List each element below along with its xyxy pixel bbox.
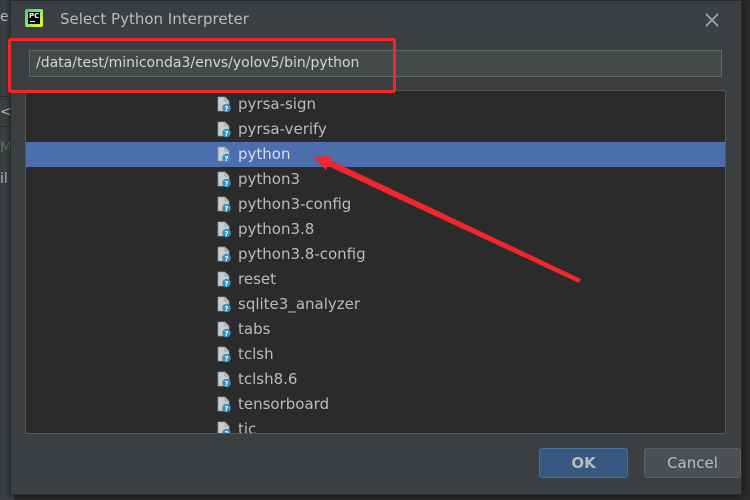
- svg-text:?: ?: [224, 430, 228, 434]
- unknown-file-icon: ?: [216, 346, 232, 363]
- unknown-file-icon: ?: [216, 171, 232, 188]
- cancel-button[interactable]: Cancel: [644, 448, 741, 478]
- file-tree-row-label: tabs: [238, 320, 271, 338]
- file-tree-row[interactable]: ? python: [26, 142, 725, 167]
- svg-text:?: ?: [224, 330, 228, 338]
- file-tree-row[interactable]: ? tic: [26, 417, 725, 434]
- unknown-file-icon: ?: [216, 146, 232, 163]
- file-tree-row-label: python3.8-config: [238, 245, 366, 263]
- unknown-file-icon: ?: [216, 271, 232, 288]
- unknown-file-icon: ?: [216, 221, 232, 238]
- file-tree-row[interactable]: ? python3.8: [26, 217, 725, 242]
- file-tree-row[interactable]: ? sqlite3_analyzer: [26, 292, 725, 317]
- svg-text:?: ?: [224, 230, 228, 238]
- file-tree-row[interactable]: ? tclsh: [26, 342, 725, 367]
- file-tree-row-label: python3.8: [238, 220, 315, 238]
- file-tree-row[interactable]: ? pyrsa-sign: [26, 92, 725, 117]
- svg-text:?: ?: [224, 180, 228, 188]
- ok-button[interactable]: OK: [539, 448, 628, 478]
- close-icon: [705, 13, 719, 27]
- unknown-file-icon: ?: [216, 296, 232, 313]
- close-button[interactable]: [700, 9, 724, 31]
- file-tree-row[interactable]: ? python3: [26, 167, 725, 192]
- file-tree-row[interactable]: ? python3-config: [26, 192, 725, 217]
- file-tree-row-label: tclsh: [238, 345, 274, 363]
- file-tree-row-label: python3: [238, 170, 301, 188]
- file-tree-row[interactable]: ? pyrsa-verify: [26, 117, 725, 142]
- file-tree[interactable]: ? pyrsa-sign? pyrsa-verify? python? python3?…: [25, 90, 726, 434]
- unknown-file-icon: ?: [216, 371, 232, 388]
- file-tree-row-label: python3-config: [238, 195, 352, 213]
- pycharm-logo-icon: PC: [25, 9, 43, 27]
- file-tree-row-label: tensorboard: [238, 395, 330, 413]
- svg-text:?: ?: [224, 105, 228, 113]
- background-text-fragment: il: [0, 171, 8, 187]
- file-tree-row-label: pyrsa-verify: [238, 120, 327, 138]
- svg-text:?: ?: [224, 280, 228, 288]
- svg-text:?: ?: [224, 255, 228, 263]
- file-tree-row-label: python: [238, 145, 291, 163]
- unknown-file-icon: ?: [216, 246, 232, 263]
- unknown-file-icon: ?: [216, 321, 232, 338]
- file-tree-row-label: pyrsa-sign: [238, 95, 316, 113]
- file-tree-row-label: tic: [238, 420, 257, 434]
- svg-text:?: ?: [224, 130, 228, 138]
- svg-text:?: ?: [224, 380, 228, 388]
- file-tree-row-label: reset: [238, 270, 276, 288]
- file-tree-row-label: sqlite3_analyzer: [238, 295, 361, 313]
- svg-text:?: ?: [224, 155, 228, 163]
- svg-text:?: ?: [224, 405, 228, 413]
- unknown-file-icon: ?: [216, 396, 232, 413]
- file-tree-row[interactable]: ? tensorboard: [26, 392, 725, 417]
- file-tree-row[interactable]: ? reset: [26, 267, 725, 292]
- dialog-title: Select Python Interpreter: [60, 10, 249, 28]
- svg-text:?: ?: [224, 205, 228, 213]
- file-tree-row[interactable]: ? tabs: [26, 317, 725, 342]
- svg-text:?: ?: [224, 355, 228, 363]
- file-tree-row[interactable]: ? python3.8-config: [26, 242, 725, 267]
- unknown-file-icon: ?: [216, 421, 232, 434]
- dialog-titlebar: PC Select Python Interpreter: [11, 1, 741, 37]
- svg-text:?: ?: [224, 305, 228, 313]
- pycharm-logo-text: PC: [29, 12, 40, 20]
- file-tree-row-label: tclsh8.6: [238, 370, 298, 388]
- red-highlight-box: [8, 38, 396, 93]
- unknown-file-icon: ?: [216, 121, 232, 138]
- file-tree-row[interactable]: ? tclsh8.6: [26, 367, 725, 392]
- unknown-file-icon: ?: [216, 196, 232, 213]
- unknown-file-icon: ?: [216, 96, 232, 113]
